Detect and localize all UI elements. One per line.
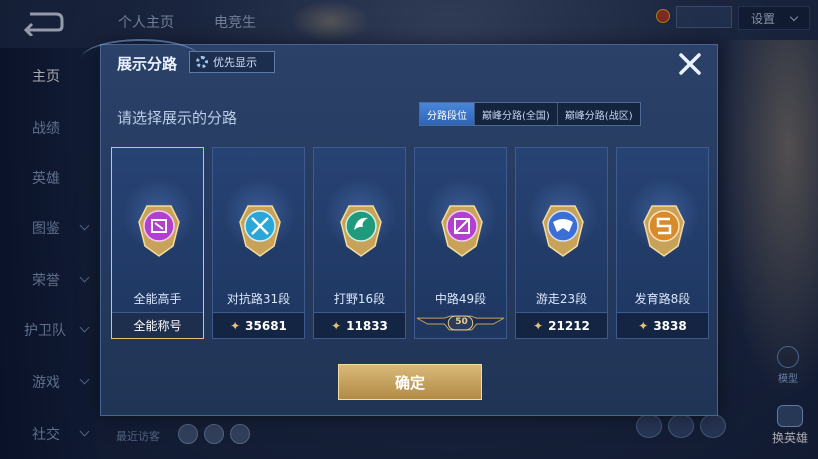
- lane-name: 游走23段: [535, 292, 588, 306]
- roam-medal-icon: [542, 205, 584, 257]
- lane-card-mid[interactable]: 中路49段 50: [414, 147, 507, 339]
- lane-score-footer: ✦ 35681: [213, 312, 304, 338]
- tab-peak-region[interactable]: 巅峰分路(战区): [558, 103, 640, 125]
- lane-score: 3838: [653, 318, 687, 333]
- dialog-subtitle: 请选择展示的分路: [117, 109, 238, 127]
- score-icon: ✦: [230, 318, 241, 333]
- all-rounder-medal-icon: [138, 205, 180, 257]
- close-icon[interactable]: [675, 49, 705, 79]
- tab-peak-national[interactable]: 巅峰分路(全国): [475, 103, 558, 125]
- lane-card-jungle[interactable]: 打野16段 ✦ 11833: [313, 147, 406, 339]
- lane-card-farm[interactable]: 发育路8段 ✦ 3838: [616, 147, 709, 339]
- tab-lane-rank[interactable]: 分路段位: [420, 103, 475, 125]
- lane-name: 打野16段: [333, 292, 386, 306]
- lane-score: 35681: [245, 318, 287, 333]
- lane-mode-tabs: 分路段位 巅峰分路(全国) 巅峰分路(战区): [419, 102, 641, 126]
- lane-display-dialog: 展示分路 优先显示 请选择展示的分路 分路段位 巅峰分路(全国) 巅峰分路(战区…: [81, 39, 718, 416]
- jungle-medal-icon: [340, 205, 382, 257]
- lane-card-clash[interactable]: 对抗路31段 ✦ 35681: [212, 147, 305, 339]
- lane-card-list: 全能高手 全能称号 对抗路31段 ✦ 35681 打野16段 ✦ 11833 中…: [111, 147, 709, 339]
- lane-score-footer: ✦ 21212: [516, 312, 607, 338]
- lane-score: 21212: [548, 318, 590, 333]
- lane-name: 全能高手: [133, 292, 182, 306]
- priority-display-label: 优先显示: [213, 56, 257, 69]
- lane-name: 发育路8段: [634, 292, 691, 306]
- lane-title-footer: 全能称号: [112, 312, 203, 338]
- dialog-title: 展示分路: [117, 55, 178, 73]
- farm-lane-medal-icon: [643, 205, 685, 257]
- lane-score: 11833: [346, 318, 388, 333]
- priority-display-button[interactable]: 优先显示: [189, 51, 275, 73]
- score-icon: ✦: [331, 318, 342, 333]
- lane-card-all-rounder[interactable]: 全能高手 全能称号: [111, 147, 204, 339]
- level-value: 50: [455, 317, 468, 327]
- all-rounder-title: 全能称号: [133, 319, 182, 333]
- confirm-button[interactable]: 确定: [338, 364, 482, 400]
- score-icon: ✦: [638, 318, 649, 333]
- score-icon: ✦: [533, 318, 544, 333]
- lane-score-footer: ✦ 11833: [314, 312, 405, 338]
- lane-card-roam[interactable]: 游走23段 ✦ 21212: [515, 147, 608, 339]
- lane-name: 对抗路31段: [226, 292, 291, 306]
- lane-name: 中路49段: [434, 292, 487, 306]
- lane-score-footer: ✦ 3838: [617, 312, 708, 338]
- gear-icon: [196, 56, 208, 68]
- clash-lane-medal-icon: [239, 205, 281, 257]
- mid-lane-medal-icon: [441, 205, 483, 257]
